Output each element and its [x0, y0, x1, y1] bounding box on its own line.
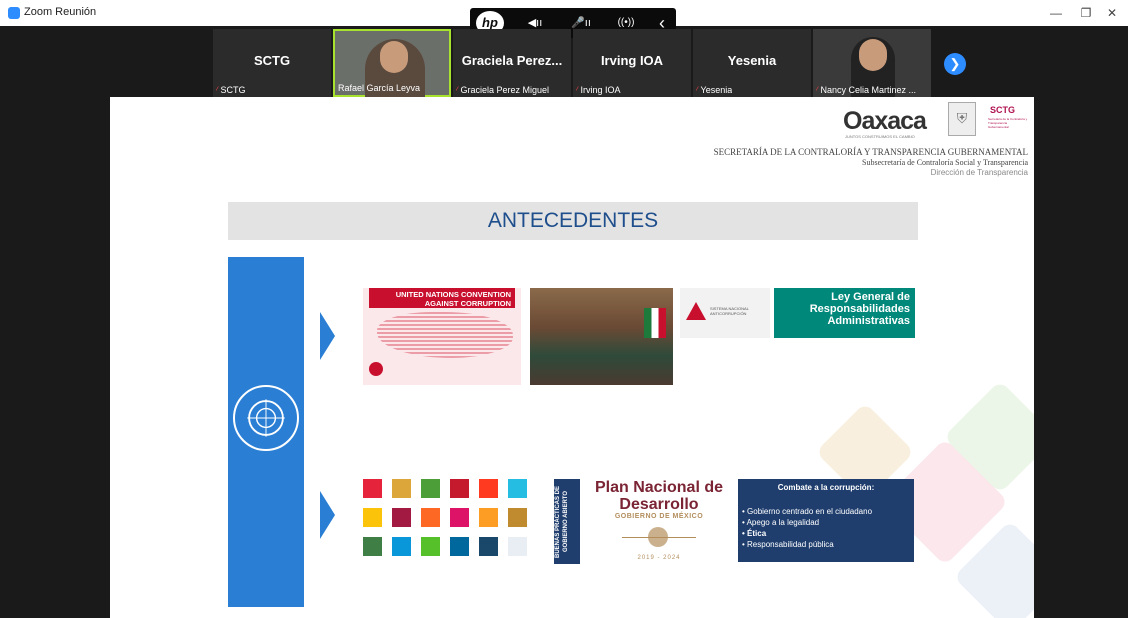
combate-corrupcion-box: Combate a la corrupción: • Gobierno cent…: [738, 479, 914, 562]
participant-face: [380, 41, 408, 73]
sdg-tile: [392, 479, 411, 498]
participant-label: ⁄ Irving IOA: [576, 85, 621, 95]
sdg-tile: [421, 537, 440, 556]
mic-muted-icon: ⁄: [216, 85, 218, 95]
list-item: • Gobierno centrado en el ciudadano: [742, 507, 873, 516]
sdg-tile: [392, 508, 411, 527]
sdg-tile: [508, 508, 527, 527]
oaxaca-logo: Oaxaca: [843, 107, 927, 135]
participant-label: ⁄ Yesenia: [696, 85, 733, 95]
list-item: • Ética: [742, 529, 767, 538]
sna-text: SISTEMA NACIONAL ANTICORRUPCIÓN: [710, 306, 749, 316]
mic-muted-icon: ⁄: [696, 85, 698, 95]
participant-tile-video[interactable]: Rafael García Leyva: [333, 29, 451, 99]
gobierno-abierto-badge: BUENAS PRÁCTICAS DE GOBIERNO ABIERTO: [554, 479, 580, 564]
participant-label: ⁄ Graciela Perez Miguel: [456, 85, 550, 95]
participant-label: ⁄ Nancy Celia Martinez ...: [816, 85, 917, 95]
sctg-logo: SCTG: [990, 105, 1016, 115]
chevron-right-icon: [320, 312, 335, 360]
congress-photo: [530, 288, 673, 385]
sdg-tile: [363, 508, 382, 527]
combate-list: • Gobierno centrado en el ciudadano • Ap…: [742, 506, 872, 550]
oaxaca-slogan: JUNTOS CONSTRUIMOS EL CAMBIO: [845, 134, 915, 139]
shared-screen-slide: Oaxaca JUNTOS CONSTRUIMOS EL CAMBIO ⛨ SC…: [110, 97, 1034, 618]
un-emblem-icon: [233, 385, 299, 451]
uncac-title: UNITED NATIONS CONVENTION AGAINST CORRUP…: [369, 288, 515, 308]
participant-name: Irving IOA: [600, 53, 664, 68]
sdg-tile: [363, 537, 382, 556]
slide-title-banner: ANTECEDENTES: [228, 202, 918, 240]
participant-face: [859, 39, 887, 71]
ley-general-badge: Ley General de Responsabilidades Adminis…: [774, 288, 915, 338]
sdg-tile: [450, 508, 469, 527]
participant-tile[interactable]: Yesenia ⁄ Yesenia: [693, 29, 811, 97]
mexico-flag-icon: [644, 308, 666, 338]
sdg-tile: [421, 508, 440, 527]
slide-title: ANTECEDENTES: [487, 209, 659, 232]
pnd-years: 2019 - 2024: [637, 555, 681, 561]
participant-tile-video[interactable]: ⁄ Nancy Celia Martinez ...: [813, 29, 931, 97]
participant-tile[interactable]: Irving IOA ⁄ Irving IOA: [573, 29, 691, 97]
participant-label: Rafael García Leyva: [338, 83, 421, 93]
list-item: • Responsabilidad pública: [742, 540, 834, 549]
window-title: Zoom Reunión: [24, 6, 97, 18]
sdg-tile: [421, 479, 440, 498]
header-subsecretaria: Subsecretaría de Contraloría Social y Tr…: [862, 158, 1028, 167]
mic-muted-icon: ⁄: [456, 85, 458, 95]
participant-strip: SCTG ⁄ SCTG Rafael García Leyva Graciela …: [213, 29, 953, 99]
header-secretaria: SECRETARÍA DE LA CONTRALORÍA Y TRANSPARE…: [713, 147, 1028, 157]
un-blue-bar: [228, 257, 304, 607]
mic-muted-icon: ⁄: [576, 85, 578, 95]
minimize-button[interactable]: —: [1046, 4, 1066, 22]
maximize-button[interactable]: ❐: [1076, 4, 1096, 22]
sdg-tile: [450, 537, 469, 556]
combate-title: Combate a la corrupción:: [777, 483, 875, 492]
mexico-seal-icon: [648, 527, 668, 547]
list-item: • Apego a la legalidad: [742, 518, 820, 527]
participant-tile[interactable]: SCTG ⁄ SCTG: [213, 29, 331, 97]
uncac-image: UNITED NATIONS CONVENTION AGAINST CORRUP…: [363, 288, 521, 385]
next-participants-button[interactable]: ❯: [944, 53, 966, 75]
mic-muted-icon: ⁄: [816, 85, 818, 95]
pnd-title: Plan Nacional de Desarrollo: [594, 479, 724, 513]
sdg-tile: [392, 537, 411, 556]
participant-name: SCTG: [253, 53, 291, 68]
sdg-tile: [479, 479, 498, 498]
pnd-gobierno: GOBIERNO DE MÉXICO: [614, 513, 704, 520]
zoom-app-icon: [8, 7, 20, 19]
sna-triangle-icon: [686, 302, 706, 320]
sdg-tile: [450, 479, 469, 498]
participant-label: ⁄ SCTG: [216, 85, 246, 95]
chevron-right-icon: [320, 491, 335, 539]
sdg-tile: [508, 479, 527, 498]
coat-of-arms-icon: ⛨: [948, 102, 976, 136]
sdg-tile: [508, 537, 527, 556]
sctg-logo-subtitle: Secretaría de la Contraloría y Transpare…: [988, 117, 1028, 129]
sdg-tile: [479, 537, 498, 556]
participant-tile[interactable]: Graciela Perez... ⁄ Graciela Perez Miguel: [453, 29, 571, 97]
plan-nacional-logo: Plan Nacional de Desarrollo GOBIERNO DE …: [592, 479, 726, 574]
participant-name: Yesenia: [727, 53, 777, 68]
un-logo-icon: [369, 362, 383, 376]
sdg-grid: [363, 479, 547, 564]
sdg-tile: [479, 508, 498, 527]
sna-logo: SISTEMA NACIONAL ANTICORRUPCIÓN: [680, 288, 770, 338]
sdg-tile: [363, 479, 382, 498]
participant-name: Graciela Perez...: [461, 53, 563, 68]
close-button[interactable]: ✕: [1102, 4, 1122, 22]
header-direccion: Dirección de Transparencia: [930, 168, 1028, 177]
world-map-graphic: [377, 312, 513, 358]
